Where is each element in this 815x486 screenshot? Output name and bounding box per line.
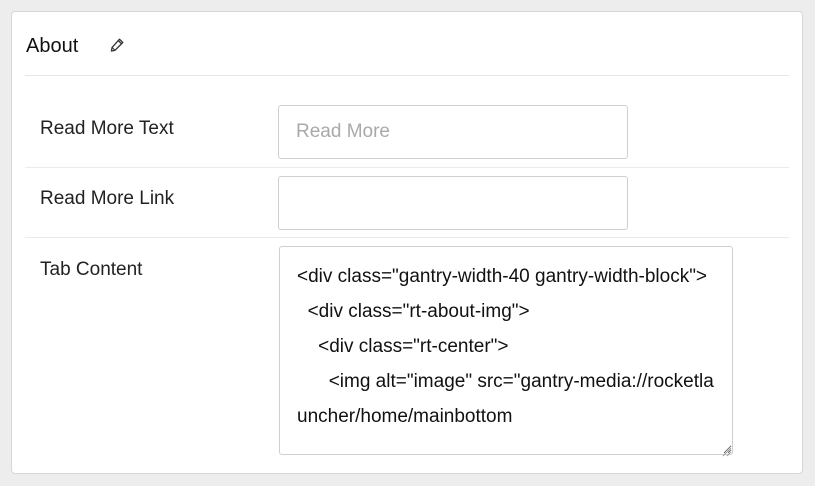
panel-header: About	[25, 12, 789, 76]
read-more-text-input[interactable]	[278, 105, 628, 159]
panel-title: About	[26, 35, 79, 57]
tab-content-label: Tab Content	[40, 259, 143, 280]
read-more-link-row: Read More Link	[25, 168, 789, 238]
pencil-icon[interactable]	[109, 37, 125, 53]
read-more-link-input[interactable]	[278, 176, 628, 230]
read-more-link-label: Read More Link	[40, 188, 175, 209]
read-more-text-label: Read More Text	[40, 118, 174, 139]
about-panel: About Read More Text Read More Link Tab …	[11, 11, 803, 474]
resize-handle-icon[interactable]	[722, 444, 732, 457]
tab-content-textarea[interactable]: <div class="gantry-width-40 gantry-width…	[279, 246, 733, 455]
tab-content-row: Tab Content <div class="gantry-width-40 …	[25, 238, 789, 470]
read-more-text-row: Read More Text	[25, 76, 789, 168]
